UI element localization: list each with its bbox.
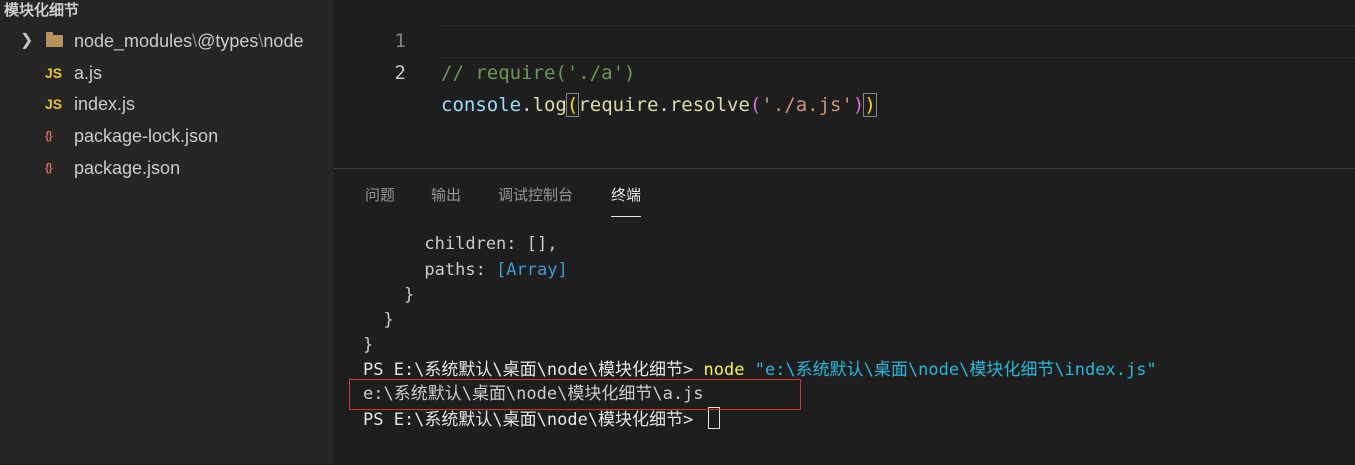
code-token-function: require [578,94,659,116]
code-comment: // require('./a') [441,62,636,84]
path-segment: node_modules [74,31,193,51]
explorer-item-node-types-folder[interactable]: ❯ node_modules\@types\node [0,25,334,57]
terminal-line: } [363,335,374,355]
json-file-icon: {} [45,130,53,142]
terminal-line: paths: [Array] [363,260,568,280]
path-segment: @types [197,31,259,51]
code-token-object: console [441,94,522,116]
terminal-command-arg: "e:\系统默认\桌面\node\模块化细节\index.js" [754,360,1157,380]
explorer-item-package-lock-json[interactable]: {} package-lock.json [0,120,334,152]
explorer-item-a-js[interactable]: JS a.js [0,57,334,89]
terminal-array-token: [Array] [496,260,568,280]
bottom-panel: 问题 输出 调试控制台 终端 children: [], paths: [Arr… [334,168,1355,465]
chevron-right-icon[interactable]: ❯ [20,25,34,57]
code-token-bracket: ( [749,94,762,116]
tab-terminal[interactable]: 终端 [611,186,642,217]
explorer-folder-header[interactable]: 模块化细节 [4,0,79,22]
file-name: a.js [74,63,103,83]
terminal-line: } [363,285,415,305]
file-name: package-lock.json [74,126,219,146]
explorer-item-package-json[interactable]: {} package.json [0,152,334,184]
terminal-command: node [703,360,745,380]
explorer-item-index-js[interactable]: JS index.js [0,88,334,120]
folder-icon [46,32,63,47]
code-token-string: './a.js' [761,94,853,116]
terminal-prompt: PS E:\系统默认\桌面\node\模块化细节> [363,410,704,430]
terminal-command-line: PS E:\系统默认\桌面\node\模块化细节> node "e:\系统默认\… [363,358,1157,383]
code-token-bracket: ( [565,93,580,117]
terminal-cursor [707,407,720,429]
path-segment: node [263,31,304,51]
tab-output[interactable]: 输出 [431,186,461,216]
tab-debug-console[interactable]: 调试控制台 [498,186,573,216]
explorer-sidebar: 模块化细节 ❯ node_modules\@types\node JS a.js… [0,0,334,464]
js-file-icon: JS [45,65,63,81]
tab-problems[interactable]: 问题 [365,186,395,216]
code-token-dot: . [521,94,533,116]
code-token-bracket: ) [852,94,865,116]
terminal-prompt-line: PS E:\系统默认\桌面\node\模块化细节> [363,407,720,432]
file-name: package.json [74,158,181,178]
terminal-output: e:\系统默认\桌面\node\模块化细节\a.js [363,384,704,404]
terminal-prompt: PS E:\系统默认\桌面\node\模块化细节> [363,360,704,380]
code-token-dot: . [658,94,670,116]
line-number: 2 [394,62,406,84]
terminal-line: children: [], [363,234,558,254]
code-editor[interactable]: 1 // require('./a') 2 console.log(requir… [334,0,1355,168]
code-token-bracket: ) [863,93,877,117]
code-token-method: log [532,94,567,116]
file-name: index.js [74,94,136,114]
code-line-2[interactable]: 2 console.log(require.resolve('./a.js')) [334,25,1355,117]
js-file-icon: JS [45,96,63,112]
code-line-1[interactable]: 1 // require('./a') [334,0,1355,84]
folder-title: 模块化细节 [4,2,80,19]
terminal-line: } [363,310,394,330]
code-token-method: resolve [669,94,750,116]
json-file-icon: {} [45,162,53,174]
